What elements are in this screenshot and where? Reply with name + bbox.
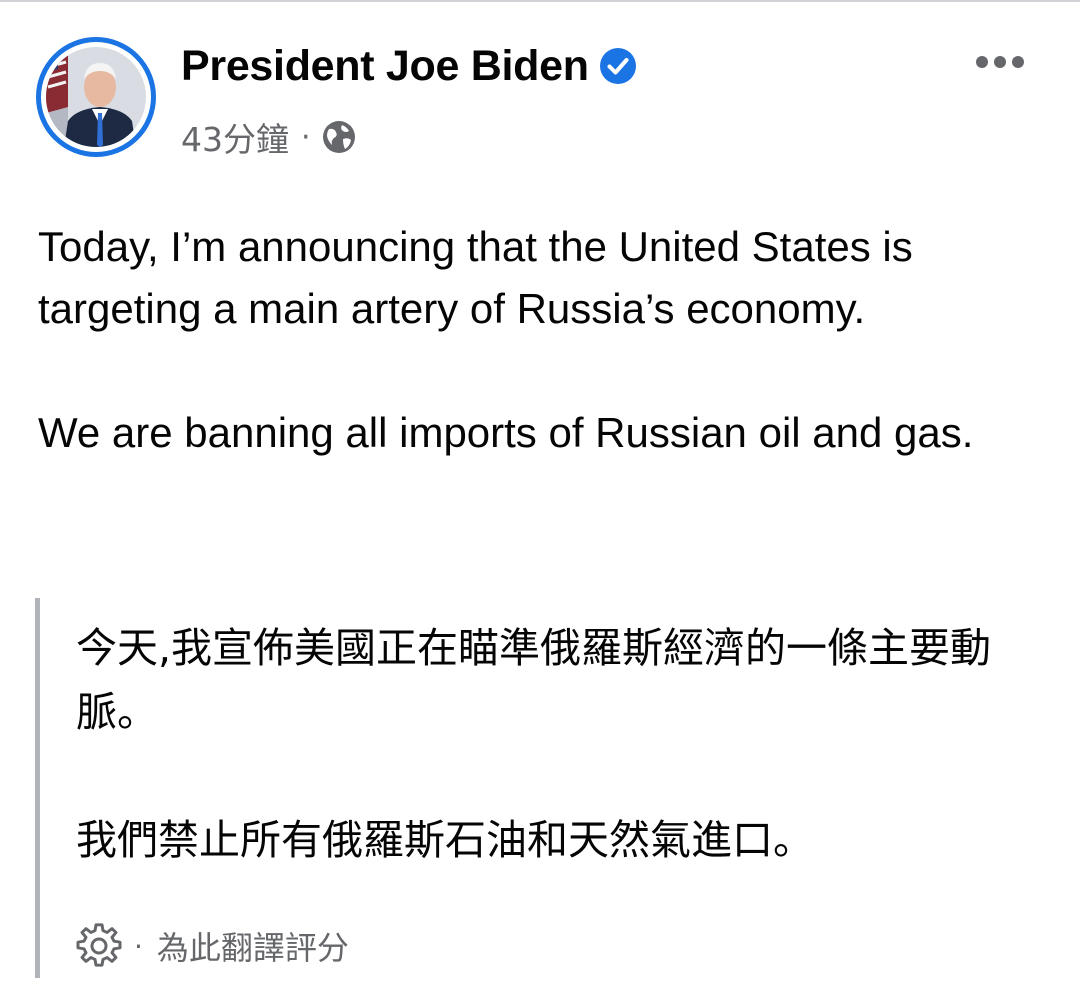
more-dot-icon bbox=[1012, 56, 1024, 68]
translation-paragraph: 我們禁止所有俄羅斯石油和天然氣進口。 bbox=[76, 816, 814, 864]
top-divider bbox=[0, 0, 1080, 2]
rate-translation-link[interactable]: 為此翻譯評分 bbox=[157, 923, 349, 969]
translation-quote-bar bbox=[35, 598, 40, 978]
meta-separator: · bbox=[301, 119, 311, 155]
author-row: President Joe Biden bbox=[181, 38, 637, 94]
translation-paragraph: 今天,我宣佈美國正在瞄準俄羅斯經濟的一條主要動脈。 bbox=[76, 624, 992, 736]
post-meta: 43分鐘 · bbox=[181, 114, 357, 160]
more-options-button[interactable] bbox=[968, 42, 1032, 82]
more-dot-icon bbox=[976, 56, 988, 68]
more-dot-icon bbox=[994, 56, 1006, 68]
translation-body: 今天,我宣佈美國正在瞄準俄羅斯經濟的一條主要動脈。 我們禁止所有俄羅斯石油和天然… bbox=[76, 616, 1036, 872]
post-paragraph: Today, I’m announcing that the United St… bbox=[38, 223, 913, 332]
author-name[interactable]: President Joe Biden bbox=[181, 42, 589, 91]
translation-footer: · 為此翻譯評分 bbox=[76, 922, 349, 970]
verified-badge-icon bbox=[599, 47, 637, 85]
globe-icon[interactable] bbox=[321, 119, 357, 155]
footer-separator: · bbox=[134, 929, 143, 963]
avatar[interactable] bbox=[46, 47, 146, 147]
gear-icon[interactable] bbox=[76, 923, 122, 969]
story-ring[interactable] bbox=[36, 37, 156, 157]
post-timestamp[interactable]: 43分鐘 bbox=[181, 113, 289, 161]
post-body: Today, I’m announcing that the United St… bbox=[38, 216, 1048, 464]
post-paragraph: We are banning all imports of Russian oi… bbox=[38, 409, 974, 456]
